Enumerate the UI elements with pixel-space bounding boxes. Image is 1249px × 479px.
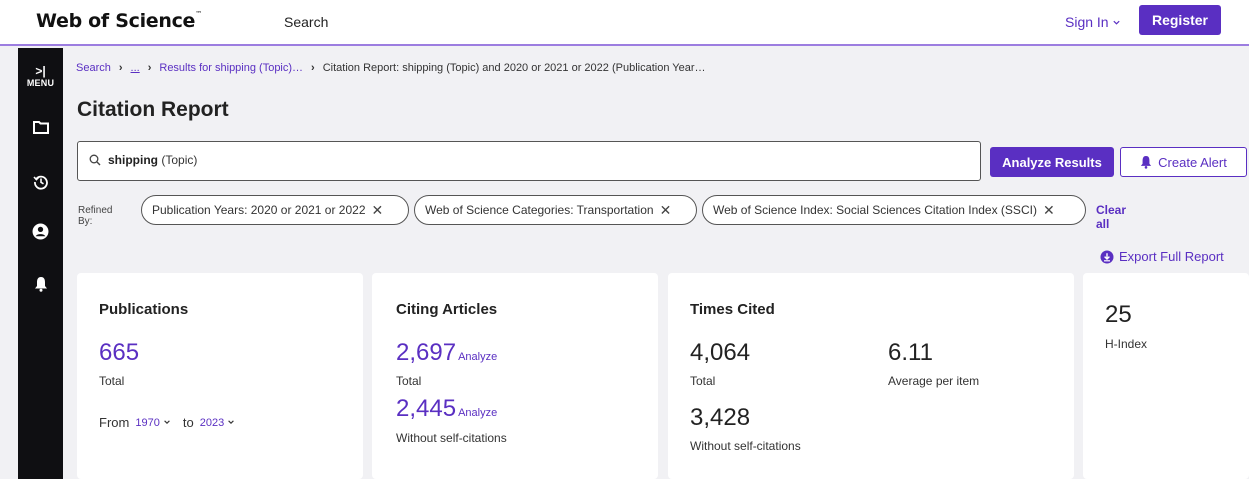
close-icon[interactable]: ✕ (660, 202, 672, 219)
analyze-citing-link[interactable]: Analyze (458, 351, 497, 363)
times-cited-total: 4,064 (690, 339, 751, 366)
times-cited-total-label: Total (690, 374, 716, 388)
citing-without-self-row: 2,445 Analyze (396, 395, 497, 423)
publications-title: Publications (99, 301, 189, 318)
publications-total-label: Total (99, 374, 125, 388)
times-cited-without-self-label: Without self-citations (690, 439, 801, 453)
to-year-select[interactable]: 2023 (200, 417, 236, 429)
h-index-label: H-Index (1105, 337, 1148, 351)
times-cited-without-self: 3,428 (690, 404, 751, 431)
citing-without-self: 2,445 (396, 395, 457, 422)
chevron-down-icon (1113, 20, 1121, 25)
times-cited-card: Times Cited 4,064 Total 6.11 Average per… (668, 273, 1074, 479)
download-icon (1100, 250, 1114, 263)
h-index-value: 25 (1105, 301, 1132, 328)
clear-all-link[interactable]: Clear all (1096, 203, 1126, 231)
average-per-item: 6.11 (888, 339, 933, 366)
h-index-card: 25 H-Index (1083, 273, 1249, 479)
search-query-text: shipping (Topic) (108, 153, 198, 167)
sidebar: >| MENU (18, 48, 63, 479)
bell-icon[interactable] (18, 276, 63, 292)
logo[interactable]: Web of Science™ (36, 10, 202, 32)
year-range: From 1970 to 2023 (99, 415, 235, 430)
close-icon[interactable]: ✕ (372, 202, 384, 219)
menu-toggle-icon[interactable]: >| (18, 64, 63, 78)
history-icon[interactable] (18, 174, 63, 190)
export-full-report-link[interactable]: Export Full Report (1100, 249, 1224, 264)
chevron-down-icon (228, 419, 235, 424)
create-alert-button[interactable]: Create Alert (1120, 147, 1247, 177)
menu-label[interactable]: MENU (18, 78, 63, 88)
breadcrumb-search[interactable]: Search (76, 62, 111, 74)
close-icon[interactable]: ✕ (1043, 202, 1055, 219)
breadcrumb-ellipsis[interactable]: ... (131, 62, 140, 74)
chevron-down-icon (164, 419, 170, 424)
publications-card: Publications 665 Total From 1970 to 2023 (77, 273, 363, 479)
citing-without-self-label: Without self-citations (396, 431, 507, 445)
top-search-link[interactable]: Search (284, 14, 328, 30)
from-year-select[interactable]: 1970 (135, 417, 171, 429)
register-button[interactable]: Register (1139, 5, 1221, 35)
analyze-without-self-link[interactable]: Analyze (458, 407, 497, 419)
refined-by-label: Refined By: (78, 205, 113, 227)
search-icon (89, 154, 101, 166)
search-query-box[interactable]: shipping (Topic) (77, 141, 981, 181)
filter-chip-categories[interactable]: Web of Science Categories: Transportatio… (414, 195, 697, 225)
bell-icon (1141, 156, 1152, 169)
filter-chip-publication-years[interactable]: Publication Years: 2020 or 2021 or 2022 ✕ (141, 195, 409, 225)
top-bar: Web of Science™ Search Sign In Register (0, 0, 1249, 46)
user-icon[interactable] (18, 223, 63, 240)
breadcrumb: Search ›... › Results for shipping (Topic)…… (76, 62, 706, 74)
sign-in-link[interactable]: Sign In (1065, 14, 1121, 30)
folder-icon[interactable] (18, 120, 63, 134)
citing-total-label: Total (396, 374, 422, 388)
citing-total-row: 2,697 Analyze (396, 339, 497, 367)
breadcrumb-current: Citation Report: shipping (Topic) and 20… (322, 62, 706, 74)
filter-chip-index[interactable]: Web of Science Index: Social Sciences Ci… (702, 195, 1086, 225)
publications-total: 665 (99, 339, 140, 366)
page-title: Citation Report (77, 98, 229, 121)
average-per-item-label: Average per item (888, 374, 980, 388)
times-cited-title: Times Cited (690, 301, 775, 318)
analyze-results-button[interactable]: Analyze Results (990, 147, 1114, 177)
citing-articles-card: Citing Articles 2,697 Analyze Total 2,445… (372, 273, 658, 479)
citing-articles-title: Citing Articles (396, 301, 498, 318)
breadcrumb-results[interactable]: Results for shipping (Topic)… (159, 62, 303, 74)
citing-total: 2,697 (396, 339, 457, 366)
